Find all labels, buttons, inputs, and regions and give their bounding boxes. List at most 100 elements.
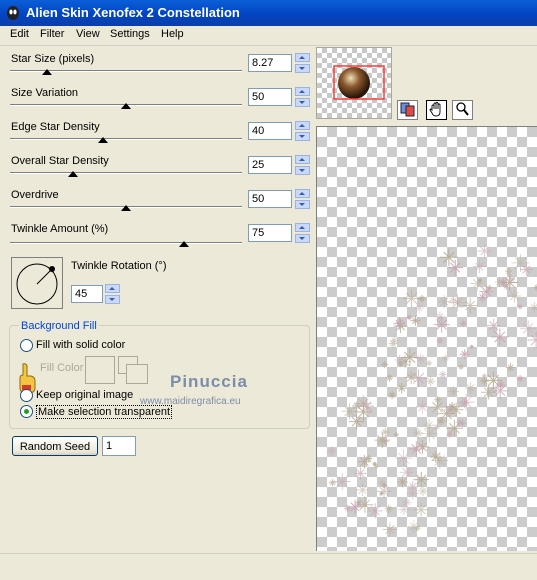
star-sparkle bbox=[413, 471, 430, 488]
star-sparkle bbox=[462, 297, 478, 314]
star-sparkle bbox=[333, 472, 351, 491]
star-sparkle bbox=[447, 259, 464, 276]
edge-star-density-spinner[interactable] bbox=[295, 121, 310, 141]
fill-color-label: Fill Color bbox=[40, 362, 84, 374]
status-bar bbox=[0, 553, 537, 580]
app-icon bbox=[7, 6, 19, 20]
star-sparkle bbox=[459, 319, 468, 328]
zoom-tool-button[interactable] bbox=[452, 100, 473, 120]
twinkle-rotation-input[interactable]: 45 bbox=[71, 285, 103, 303]
star-sparkle bbox=[517, 303, 523, 310]
star-sparkle bbox=[413, 428, 423, 438]
star-sparkle bbox=[473, 260, 486, 274]
overall-star-density-label: Overall Star Density bbox=[11, 155, 109, 167]
star-sparkle bbox=[359, 398, 375, 414]
twinkle-amount-input[interactable]: 75 bbox=[248, 224, 292, 242]
overall-star-density-spinner[interactable] bbox=[295, 155, 310, 175]
overdrive-thumb[interactable] bbox=[121, 205, 131, 211]
twinkle-rotation-spinner[interactable] bbox=[105, 284, 120, 304]
star-sparkle bbox=[449, 402, 464, 417]
overall-star-density-input[interactable]: 25 bbox=[248, 156, 292, 174]
star-sparkle bbox=[406, 314, 412, 321]
fill-color-swatch[interactable] bbox=[85, 356, 115, 384]
star-sparkle bbox=[343, 504, 352, 513]
star-sparkle bbox=[433, 396, 442, 404]
size-variation-thumb[interactable] bbox=[121, 103, 131, 109]
star-sparkle bbox=[396, 383, 407, 394]
hand-tool-icon bbox=[429, 102, 441, 117]
star-sparkle bbox=[393, 432, 399, 438]
twinkle-rotation-label: Twinkle Rotation (°) bbox=[71, 260, 167, 272]
fill-solid-color-radio[interactable] bbox=[20, 339, 33, 352]
star-sparkle bbox=[415, 439, 430, 454]
star-sparkle bbox=[376, 484, 392, 499]
background-fill-title: Background Fill bbox=[19, 320, 99, 332]
star-sparkle bbox=[527, 331, 537, 349]
star-size-input[interactable]: 8.27 bbox=[248, 54, 292, 72]
size-variation-input[interactable]: 50 bbox=[248, 88, 292, 106]
star-sparkle bbox=[382, 522, 398, 537]
star-sparkle bbox=[504, 267, 513, 276]
star-sparkle bbox=[448, 294, 466, 312]
make-selection-transparent-radio[interactable] bbox=[20, 405, 33, 418]
overall-star-density-thumb[interactable] bbox=[67, 171, 78, 177]
menu-filter[interactable]: Filter bbox=[40, 28, 64, 40]
twinkle-amount-track[interactable] bbox=[10, 242, 242, 244]
preview-toggle-button[interactable] bbox=[397, 100, 418, 120]
star-sparkle bbox=[469, 344, 474, 349]
menu-help[interactable]: Help bbox=[161, 28, 184, 40]
window-title: Alien Skin Xenofex 2 Constellation bbox=[26, 5, 240, 20]
star-sparkle bbox=[464, 382, 477, 394]
star-sparkle bbox=[437, 295, 451, 309]
star-sparkle bbox=[448, 386, 459, 398]
overdrive-label: Overdrive bbox=[11, 189, 59, 201]
star-sparkle bbox=[385, 374, 394, 382]
random-seed-button[interactable]: Random Seed bbox=[12, 436, 98, 456]
edge-star-density-thumb[interactable] bbox=[97, 137, 108, 143]
menu-bar: Edit Filter View Settings Help bbox=[0, 26, 537, 46]
make-selection-transparent-label[interactable]: Make selection transparent bbox=[36, 405, 173, 419]
preview-sphere-image bbox=[333, 65, 385, 100]
star-sparkle bbox=[441, 354, 450, 363]
star-size-thumb[interactable] bbox=[42, 69, 53, 75]
star-sparkle bbox=[394, 449, 413, 467]
watermark-name: Pinuccia bbox=[170, 372, 248, 391]
star-sparkle bbox=[506, 363, 515, 372]
hand-tool-button[interactable] bbox=[426, 100, 447, 120]
star-sparkle bbox=[417, 485, 429, 497]
star-sparkle bbox=[410, 315, 421, 326]
keep-original-image-label[interactable]: Keep original image bbox=[36, 389, 133, 401]
star-sparkle bbox=[516, 374, 524, 383]
overdrive-spinner[interactable] bbox=[295, 189, 310, 209]
menu-edit[interactable]: Edit bbox=[10, 28, 29, 40]
keep-original-image-radio[interactable] bbox=[20, 389, 33, 402]
star-sparkle bbox=[404, 370, 418, 385]
star-sparkle bbox=[354, 467, 367, 480]
fill-solid-color-label[interactable]: Fill with solid color bbox=[36, 339, 125, 351]
star-sparkle bbox=[519, 263, 533, 276]
edge-star-density-track[interactable] bbox=[10, 138, 242, 140]
overall-star-density-track[interactable] bbox=[10, 172, 242, 174]
star-sparkle bbox=[438, 370, 447, 379]
star-sparkle bbox=[393, 317, 406, 330]
star-sparkle bbox=[414, 502, 428, 517]
random-seed-input[interactable]: 1 bbox=[102, 436, 136, 456]
star-sparkle bbox=[365, 455, 373, 463]
star-sparkle bbox=[529, 302, 537, 313]
twinkle-amount-thumb[interactable] bbox=[179, 241, 189, 247]
edge-star-density-label: Edge Star Density bbox=[11, 121, 100, 133]
star-sparkle bbox=[458, 364, 464, 370]
twinkle-rotation-dial[interactable] bbox=[11, 257, 63, 309]
edge-star-density-input[interactable]: 40 bbox=[248, 122, 292, 140]
preview-canvas[interactable] bbox=[316, 126, 537, 551]
preview-navigator[interactable] bbox=[316, 47, 392, 119]
overdrive-input[interactable]: 50 bbox=[248, 190, 292, 208]
star-sparkle bbox=[459, 398, 470, 408]
twinkle-amount-spinner[interactable] bbox=[295, 223, 310, 243]
star-size-spinner[interactable] bbox=[295, 53, 310, 73]
size-variation-spinner[interactable] bbox=[295, 87, 310, 107]
menu-view[interactable]: View bbox=[76, 28, 100, 40]
star-sparkle bbox=[398, 503, 410, 516]
menu-settings[interactable]: Settings bbox=[110, 28, 150, 40]
star-sparkle bbox=[507, 289, 521, 303]
